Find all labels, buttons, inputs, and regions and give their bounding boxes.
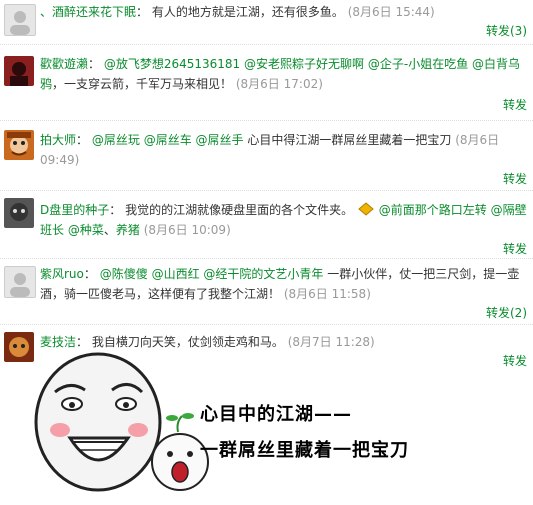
avatar[interactable] xyxy=(4,266,36,298)
forward-link[interactable]: 转发 xyxy=(503,96,527,113)
forward-link[interactable]: 转发 xyxy=(503,240,527,257)
timestamp: (8月7日 11:28) xyxy=(287,335,375,349)
username[interactable]: 麦技洁 xyxy=(40,335,76,349)
forward-link[interactable]: 转发(3) xyxy=(486,22,527,39)
username[interactable]: D盘里的种子 xyxy=(40,203,109,217)
comment-text: 心目中得江湖一群屌丝里藏着一把宝刀 xyxy=(247,133,452,147)
username[interactable]: 紫风ruo xyxy=(40,267,84,281)
comment-text: 有人的地方就是江湖，还有很多鱼。 xyxy=(151,5,344,19)
username[interactable]: 拍大师 xyxy=(40,133,76,147)
meme-caption-line2: 一群屌丝里藏着一把宝刀 xyxy=(200,440,409,461)
timestamp: (8月6日 10:09) xyxy=(143,223,231,237)
meme-face-graphic xyxy=(34,352,209,492)
mention-link[interactable]: @屌丝手 xyxy=(196,133,244,147)
timestamp: (8月6日 11:58) xyxy=(283,287,371,301)
username[interactable]: 、酒醉还来花下眠 xyxy=(40,5,136,19)
avatar[interactable] xyxy=(4,198,34,228)
timestamp: (8月6日 15:44) xyxy=(347,5,435,19)
mention-link[interactable]: @前面那个路口左转 xyxy=(379,203,487,217)
forward-link[interactable]: 转发 xyxy=(503,170,527,187)
mention-link[interactable]: @企子-小姐在吃鱼 xyxy=(368,57,468,71)
timestamp: (8月6日 17:02) xyxy=(235,77,323,91)
avatar[interactable] xyxy=(4,56,34,86)
mention-link[interactable]: @陈傻傻 xyxy=(100,267,148,281)
mention-link[interactable]: 养猪 xyxy=(116,223,140,237)
mention-link[interactable]: @种菜 xyxy=(68,223,104,237)
emoji-icon xyxy=(357,201,375,217)
mention-link[interactable]: @经干院的文艺小青年 xyxy=(203,267,323,281)
username[interactable]: 歡歡遊瀨 xyxy=(40,57,88,71)
meme-image: 心目中的江湖—— 一群屌丝里藏着一把宝刀 xyxy=(30,352,520,502)
meme-caption-line1: 心目中的江湖—— xyxy=(200,404,352,425)
comment-text: ，一支穿云箭，千军万马来相见！ xyxy=(52,77,233,91)
mention-link[interactable]: @山西红 xyxy=(152,267,200,281)
mention-link[interactable]: @安老熙粽子好无聊啊 xyxy=(244,57,364,71)
timestamp: (8月6日 xyxy=(455,133,500,147)
avatar[interactable] xyxy=(4,4,36,36)
mention-link[interactable]: @放飞梦想2645136181 xyxy=(104,57,240,71)
comment-text: 我觉的的江湖就像硬盘里面的各个文件夹。 xyxy=(125,203,354,217)
comment-text: 我自横刀向天笑，仗剑领走鸡和马。 xyxy=(91,335,284,349)
forward-link[interactable]: 转发(2) xyxy=(486,304,527,321)
avatar[interactable] xyxy=(4,130,34,160)
mention-link[interactable]: @屌丝车 xyxy=(144,133,192,147)
timestamp-cont: 09:49) xyxy=(40,153,80,167)
mention-link[interactable]: @屌丝玩 xyxy=(92,133,140,147)
